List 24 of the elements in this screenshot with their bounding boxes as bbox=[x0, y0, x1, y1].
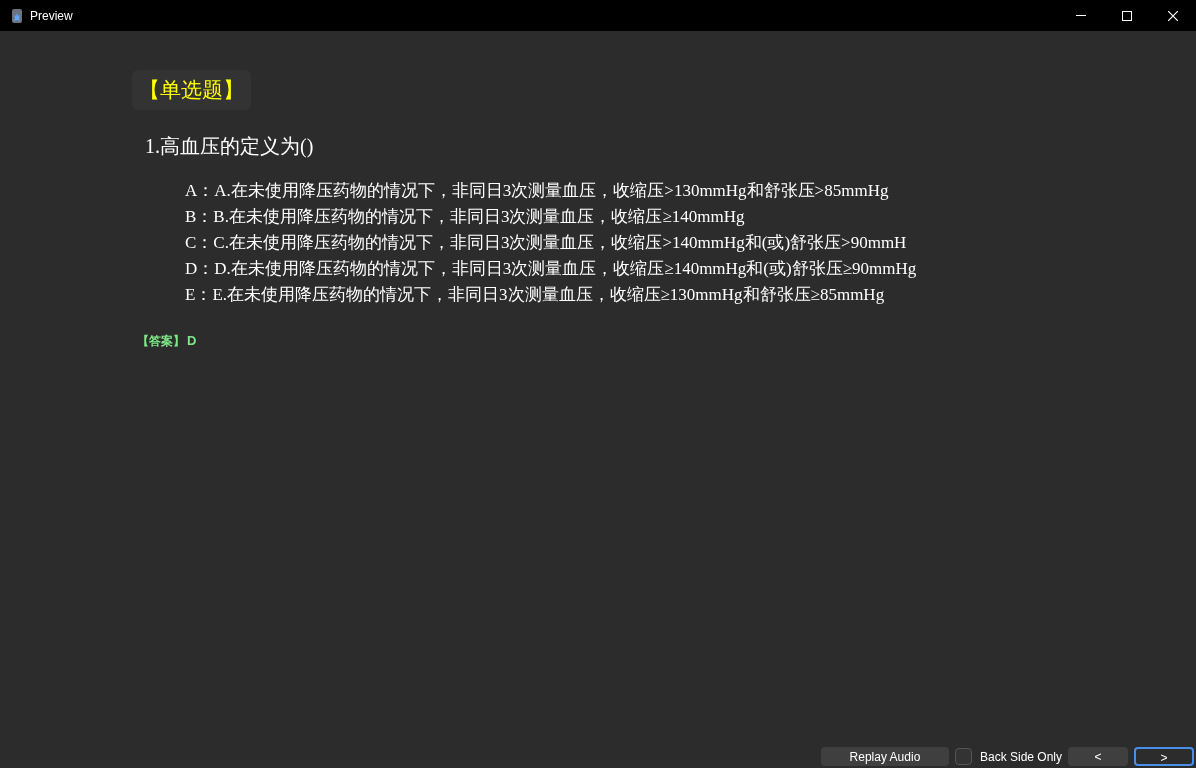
minimize-icon bbox=[1076, 15, 1086, 16]
option-text: B.在未使用降压药物的情况下，非同日3次测量血压，收缩压≥140mmHg bbox=[213, 206, 745, 228]
app-icon bbox=[11, 8, 23, 23]
option-text: D.在未使用降压药物的情况下，非同日3次测量血压，收缩压≥140mmHg和(或)舒张压≥90mmHg bbox=[214, 258, 917, 280]
option-text: C.在未使用降压药物的情况下，非同日3次测量血压，收缩压>140mmHg和(或)舒张压>90mmH bbox=[213, 232, 907, 254]
previous-button[interactable]: < bbox=[1068, 747, 1128, 766]
option-label: C： bbox=[185, 232, 214, 254]
maximize-icon bbox=[1122, 10, 1132, 21]
back-side-only-label: Back Side Only bbox=[979, 748, 1062, 766]
next-button[interactable]: > bbox=[1134, 747, 1194, 766]
window-title: Preview bbox=[30, 7, 73, 25]
option-label: B： bbox=[185, 206, 214, 228]
replay-audio-button[interactable]: Replay Audio bbox=[820, 747, 949, 766]
answer-value: D bbox=[187, 332, 197, 350]
close-icon bbox=[1168, 10, 1178, 21]
option-text: A.在未使用降压药物的情况下，非同日3次测量血压，收缩压>130mmHg和舒张压>85mmHg bbox=[214, 180, 889, 202]
option-text: E.在未使用降压药物的情况下，非同日3次测量血压，收缩压≥130mmHg和舒张压≥85mmHg bbox=[212, 284, 885, 306]
back-side-only-checkbox[interactable] bbox=[954, 748, 972, 765]
answer-label: 【答案】 bbox=[137, 332, 185, 350]
option-label: E： bbox=[185, 284, 213, 306]
option-label: A： bbox=[185, 180, 215, 202]
question-text: 1.高血压的定义为() bbox=[145, 134, 315, 160]
question-type-label: 【单选题】 bbox=[132, 70, 251, 110]
option-label: D： bbox=[185, 258, 215, 280]
